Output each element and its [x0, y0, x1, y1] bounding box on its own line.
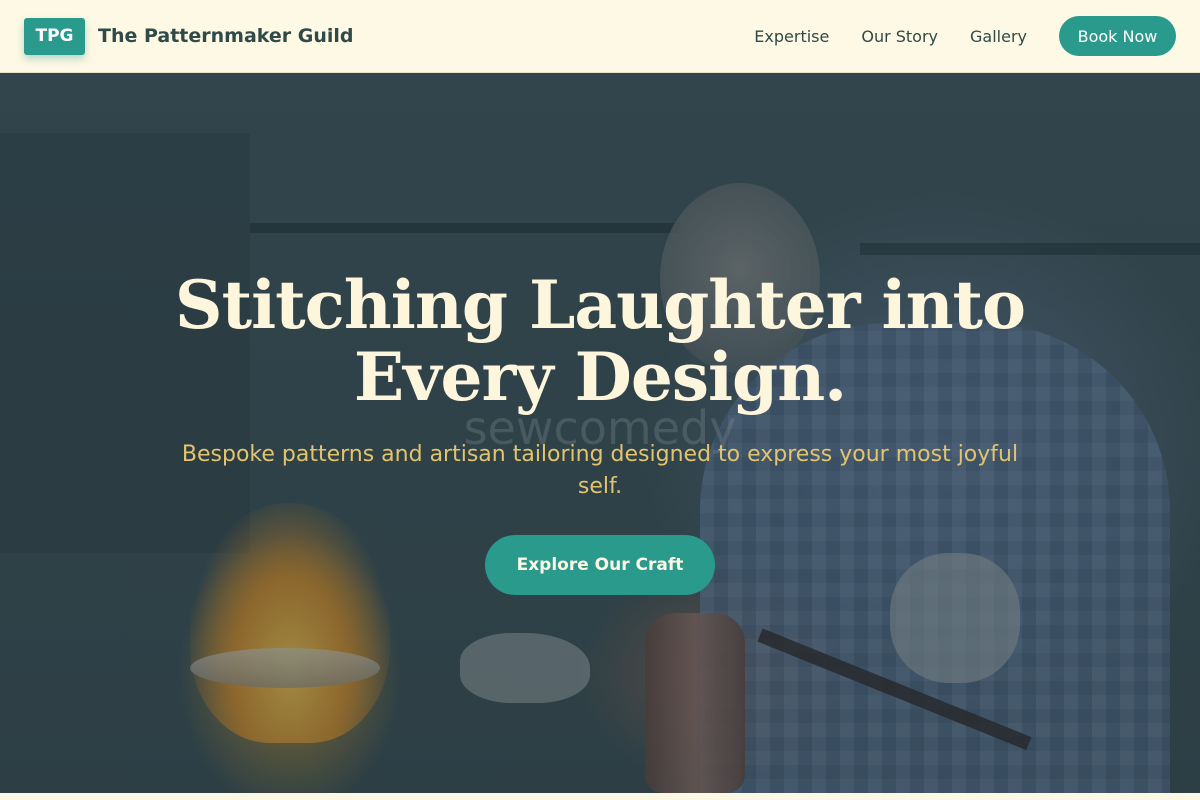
hero-content: Stitching Laughter into Every Design. se…: [0, 73, 1200, 793]
logo-badge[interactable]: TPG: [24, 17, 85, 55]
nav-link-our-story[interactable]: Our Story: [861, 27, 938, 46]
hero-section: Stitching Laughter into Every Design. se…: [0, 73, 1200, 793]
site-header: TPG The Patternmaker Guild Expertise Our…: [0, 0, 1200, 73]
hero-subtitle: Bespoke patterns and artisan tailoring d…: [181, 442, 1019, 499]
nav-link-expertise[interactable]: Expertise: [754, 27, 829, 46]
hero-title: Stitching Laughter into Every Design.: [174, 266, 1026, 416]
page-bottom-strip: [0, 793, 1200, 800]
book-now-button[interactable]: Book Now: [1059, 16, 1176, 56]
main-nav: Expertise Our Story Gallery Book Now: [754, 16, 1176, 56]
nav-link-gallery[interactable]: Gallery: [970, 27, 1027, 46]
brand[interactable]: TPG The Patternmaker Guild: [24, 17, 354, 55]
brand-name[interactable]: The Patternmaker Guild: [98, 25, 354, 47]
explore-craft-button[interactable]: Explore Our Craft: [485, 535, 715, 595]
